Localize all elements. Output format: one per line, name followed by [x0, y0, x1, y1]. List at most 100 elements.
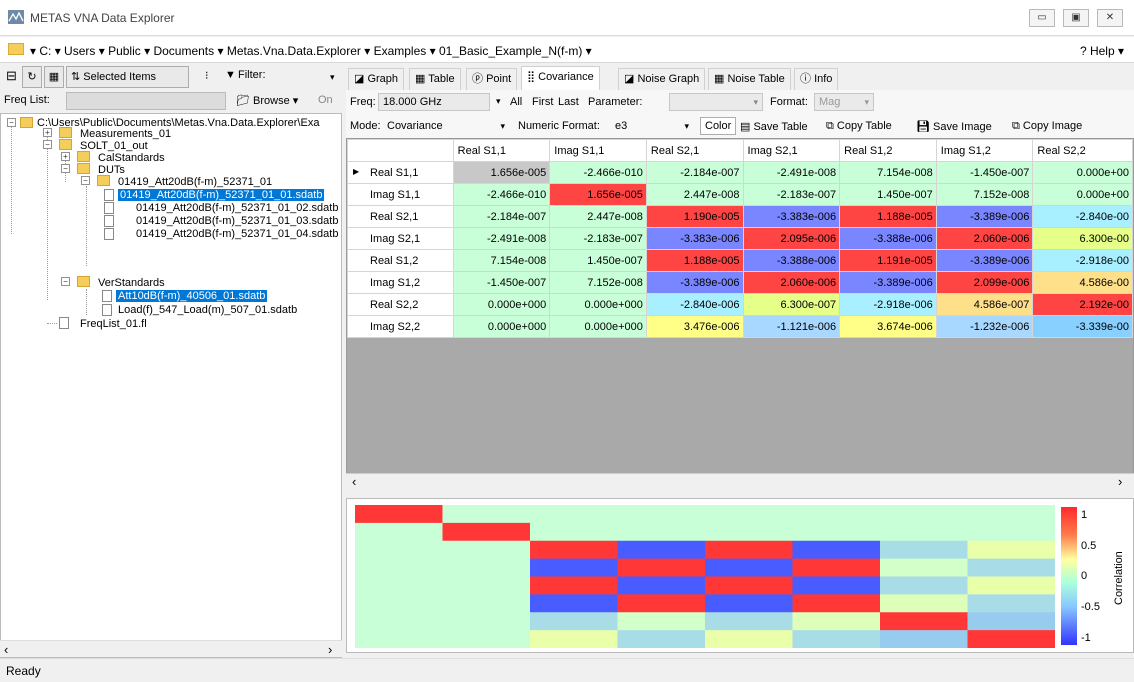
filter-icon[interactable]: ▼: [225, 69, 236, 81]
table-cell[interactable]: -2.183e-007: [549, 227, 647, 250]
tree-item-freqlist[interactable]: FreqList_01.fl: [80, 318, 147, 330]
table-cell[interactable]: -2.491e-008: [742, 161, 841, 184]
tab-noise-graph[interactable]: ◪ Noise Graph: [618, 68, 706, 90]
table-cell[interactable]: -2.918e-00: [1032, 249, 1133, 272]
tree-item-calstandards[interactable]: CalStandards: [98, 152, 165, 164]
breadcrumb[interactable]: ▾ C: ▾ Users ▾ Public ▾ Documents ▾ Meta…: [30, 44, 592, 58]
table-cell[interactable]: 7.154e-008: [452, 249, 551, 272]
tree-item-ver-file[interactable]: Att10dB(f-m)_40506_01.sdatb: [116, 290, 268, 302]
first-button[interactable]: First: [532, 96, 553, 108]
numeric-format-select[interactable]: e3 ▾: [610, 117, 694, 135]
table-row[interactable]: Imag S2,2 0.000e+000 0.000e+000 3.476e-006-…: [347, 315, 1133, 338]
table-cell[interactable]: 2.447e-008: [549, 205, 647, 228]
table-cell[interactable]: 6.300e-00: [1032, 227, 1133, 250]
table-cell[interactable]: -1.450e-007: [452, 271, 551, 294]
refresh-icon[interactable]: ↻: [22, 66, 42, 88]
parameter-select[interactable]: ▾: [669, 93, 763, 111]
column-header[interactable]: Imag S1,2: [935, 139, 1034, 162]
scroll-right-icon[interactable]: ›: [1118, 474, 1122, 489]
table-cell[interactable]: -2.918e-006: [839, 293, 937, 316]
row-header[interactable]: Imag S1,2: [347, 271, 454, 294]
table-cell[interactable]: 0.000e+000: [549, 315, 647, 338]
collapse-icon[interactable]: ⊟: [6, 68, 17, 84]
tree-item-solt[interactable]: SOLT_01_out: [80, 140, 148, 152]
tab-noise-table[interactable]: ▦ Noise Table: [708, 68, 791, 90]
table-cell[interactable]: 7.152e-008: [549, 271, 647, 294]
grid-icon[interactable]: ▦: [44, 66, 64, 88]
table-row[interactable]: Real S1,2 7.154e-008 1.450e-007 1.188e-005-…: [347, 249, 1133, 272]
table-cell[interactable]: -3.389e-006: [935, 249, 1034, 272]
table-cell[interactable]: -3.389e-006: [935, 205, 1034, 228]
table-cell[interactable]: -2.840e-006: [645, 293, 744, 316]
table-cell[interactable]: 7.152e-008: [935, 183, 1034, 206]
table-cell[interactable]: -3.388e-006: [742, 249, 841, 272]
all-button[interactable]: All: [510, 96, 522, 108]
table-cell[interactable]: 2.447e-008: [645, 183, 744, 206]
mode-select[interactable]: Covariance ▾: [382, 117, 510, 135]
copy-image-button[interactable]: ⧉ Copy Image: [1012, 120, 1082, 133]
scroll-right-icon[interactable]: ›: [328, 642, 332, 657]
color-button[interactable]: Color: [700, 117, 737, 135]
column-header[interactable]: Real S2,2: [1032, 139, 1133, 162]
table-cell[interactable]: -3.339e-00: [1032, 315, 1133, 338]
close-button[interactable]: ✕: [1097, 9, 1123, 27]
table-cell[interactable]: 4.586e-00: [1032, 271, 1133, 294]
column-header[interactable]: Real S1,2: [839, 139, 937, 162]
scroll-left-icon[interactable]: ‹: [352, 474, 356, 489]
browse-button[interactable]: 📁︎ Browse ▾: [236, 94, 298, 107]
freq-list-input[interactable]: [66, 92, 226, 110]
table-cell[interactable]: -1.450e-007: [935, 161, 1034, 184]
expand-toggle[interactable]: −: [7, 118, 16, 127]
row-header[interactable]: Real S1,2: [347, 249, 454, 272]
save-table-button[interactable]: ▤ Save Table: [740, 120, 808, 133]
table-cell[interactable]: 0.000e+000: [549, 293, 647, 316]
table-cell[interactable]: 4.586e-007: [935, 293, 1034, 316]
row-header[interactable]: ▶ Real S1,1: [347, 161, 454, 184]
tree-item-ver-file[interactable]: Load(f)_547_Load(m)_507_01.sdatb: [118, 304, 297, 316]
table-cell[interactable]: -3.389e-006: [645, 271, 744, 294]
table-cell[interactable]: 2.095e-006: [742, 227, 841, 250]
expand-toggle[interactable]: +: [61, 152, 70, 161]
table-cell[interactable]: 1.656e-005: [452, 161, 551, 184]
copy-table-button[interactable]: ⧉ Copy Table: [826, 120, 892, 133]
table-row[interactable]: Imag S1,2 -1.450e-007 7.152e-008 -3.389e-00…: [347, 271, 1133, 294]
column-header[interactable]: Real S1,1: [452, 139, 551, 162]
tab-graph[interactable]: ◪ Graph: [348, 68, 405, 90]
save-image-button[interactable]: 💾︎ Save Image: [916, 120, 992, 133]
tree-scrollbar[interactable]: ‹ ›: [0, 640, 342, 657]
table-cell[interactable]: -2.840e-00: [1032, 205, 1133, 228]
table-cell[interactable]: 1.188e-005: [839, 205, 937, 228]
row-header[interactable]: Imag S2,1: [347, 227, 454, 250]
tree-item-dut-file[interactable]: 01419_Att20dB(f-m)_52371_01_03.sdatb: [136, 215, 338, 227]
minimize-button[interactable]: ▭: [1029, 9, 1055, 27]
chevron-down-icon[interactable]: ▾: [496, 96, 501, 107]
table-cell[interactable]: 1.656e-005: [549, 183, 647, 206]
table-cell[interactable]: -2.491e-008: [452, 227, 551, 250]
last-button[interactable]: Last: [558, 96, 579, 108]
help-menu[interactable]: ? Help ▾: [1080, 44, 1124, 58]
expand-toggle[interactable]: +: [43, 128, 52, 137]
tab-covariance[interactable]: ⣿ Covariance: [521, 66, 600, 90]
table-row[interactable]: ▶ Real S1,1 1.656e-005 -2.466e-010 -2.184e-0…: [347, 161, 1133, 184]
table-cell[interactable]: 1.450e-007: [549, 249, 647, 272]
table-row[interactable]: Real S2,2 0.000e+000 0.000e+000 -2.840e-006…: [347, 293, 1133, 316]
table-cell[interactable]: -3.388e-006: [839, 227, 937, 250]
row-header[interactable]: Imag S1,1: [347, 183, 454, 206]
table-cell[interactable]: 2.192e-00: [1032, 293, 1133, 316]
format-select[interactable]: Mag ▾: [814, 93, 874, 111]
table-cell[interactable]: 1.188e-005: [645, 249, 744, 272]
row-header[interactable]: Imag S2,2: [347, 315, 454, 338]
scroll-left-icon[interactable]: ‹: [4, 642, 8, 657]
row-header[interactable]: Real S2,2: [347, 293, 454, 316]
selected-items-button[interactable]: ⇅ Selected Items: [66, 66, 189, 88]
table-row[interactable]: Imag S2,1 -2.491e-008 -2.183e-007 -3.383e-0…: [347, 227, 1133, 250]
table-cell[interactable]: 2.099e-006: [935, 271, 1034, 294]
on-button[interactable]: On: [318, 94, 333, 106]
expand-toggle[interactable]: −: [61, 164, 70, 173]
table-cell[interactable]: -2.183e-007: [742, 183, 841, 206]
table-cell[interactable]: 7.154e-008: [839, 161, 937, 184]
filter-label[interactable]: Filter:: [238, 69, 266, 81]
table-cell[interactable]: -1.121e-006: [742, 315, 841, 338]
table-cell[interactable]: -2.466e-010: [452, 183, 551, 206]
table-row[interactable]: Imag S1,1 -2.466e-010 1.656e-005 2.447e-008…: [347, 183, 1133, 206]
